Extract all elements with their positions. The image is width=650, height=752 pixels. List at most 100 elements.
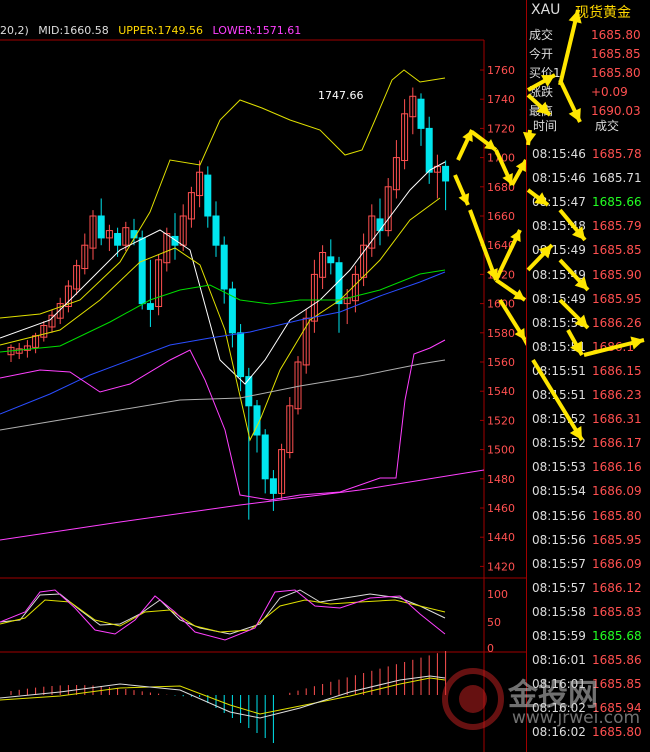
tick-row: 08:15:47 1685.66 [529,190,650,214]
tick-time: 08:15:51 [532,363,586,378]
osc-line-yellow [0,599,446,633]
tick-time: 08:15:53 [532,460,586,475]
quote-value: 1685.80 [591,66,641,80]
tick-row: 08:15:56 1685.80 [529,504,650,528]
tick-time: 08:15:56 [532,532,586,547]
candle-down [269,478,277,494]
tick-time: 08:15:49 [532,243,586,258]
osc-axis-label: 100 [487,588,508,601]
tick-row: 08:15:57 1686.09 [529,552,650,576]
quote-key: 成交 [529,28,554,42]
tick-price: 1685.71 [592,171,642,186]
tick-price: 1685.85 [592,677,642,692]
quote-row: 今开 1685.85 [529,45,649,63]
tick-price: 1686.17 [592,436,642,451]
tick-time: 08:15:48 [532,219,586,234]
tick-price: 1686.23 [592,388,642,402]
indicator-upper: UPPER:1749.56 [118,24,203,37]
trend-line [0,469,485,541]
tick-price: 1685.85 [592,243,642,258]
tick-row: 08:15:49 1685.90 [529,263,650,287]
candle-down [212,215,220,246]
tick-row: 08:15:49 1685.85 [529,238,650,262]
candle-down [138,237,146,305]
tick-time: 08:15:49 [532,267,586,282]
tick-price: 1685.83 [592,604,642,619]
quote-key: 今开 [529,47,554,61]
price-axis-label: 1560 [487,356,515,369]
tick-price: 1685.95 [592,291,642,306]
ticks-header-time: 时间 [533,119,558,133]
tick-price: 1686.26 [592,315,642,330]
tick-price: 1685.68 [592,629,642,643]
tick-price: 1685.86 [592,653,642,668]
candle-down [261,434,269,480]
tick-row: 08:15:46 1685.71 [529,166,650,190]
tick-time: 08:15:59 [532,629,586,643]
quote-key: 涨跌 [529,85,554,99]
candle-down [442,165,450,182]
indicator-params: 20,2) [0,24,29,37]
price-annotation: 1747.66 [318,89,364,102]
indicator-header: 20,2) MID:1660.58 UPPER:1749.56 LOWER:15… [0,22,307,40]
tick-price: 1685.79 [592,219,642,234]
tick-row: 08:15:59 1685.68 [529,624,650,648]
tick-price: 1686.1 [592,339,634,354]
tick-price: 1685.80 [592,508,642,523]
price-chart[interactable]: 1760174017201700168016601640162016001580… [0,0,526,752]
tick-price: 1686.31 [592,412,642,427]
candle-down [417,98,425,129]
tick-price: 1685.78 [592,147,642,161]
tick-time: 08:15:51 [532,339,586,354]
tick-row: 08:15:51 1686.1 [529,335,650,359]
price-axis-label: 1520 [487,414,515,427]
tick-time: 08:15:50 [532,315,586,330]
price-axis-label: 1760 [487,64,515,77]
tick-price: 1685.95 [592,532,642,547]
tick-row: 08:15:51 1686.15 [529,359,650,383]
tick-price: 1686.15 [592,363,642,378]
candle-down [114,233,122,246]
price-axis-label: 1460 [487,502,515,515]
tick-row: 08:15:49 1685.95 [529,287,650,311]
tick-time: 08:15:58 [532,604,586,619]
ma-line-gray [0,359,446,431]
trading-app: 1760174017201700168016601640162016001580… [0,0,650,752]
candle-down [425,127,433,173]
ticks-header-price: 成交 [595,119,620,133]
tick-row: 08:15:51 1686.23 [529,383,650,407]
quote-row: 成交 1685.80 [529,26,649,44]
symbol-label: XAU [531,2,561,18]
price-axis-label: 1420 [487,560,515,573]
tick-row: 08:15:50 1686.26 [529,311,650,335]
tick-price: 1686.09 [592,556,642,571]
quote-value: 1685.85 [591,47,641,61]
price-axis-label: 1440 [487,531,515,544]
tick-time: 08:15:46 [532,171,586,186]
quote-row: 买价1 1685.80 [529,64,649,82]
price-axis-label: 1500 [487,444,515,457]
lower-band [0,339,446,501]
macd-line-white [0,675,446,719]
tick-time: 08:15:46 [532,147,586,161]
tick-row: 08:15:56 1685.95 [529,528,650,552]
candle-down [204,174,212,217]
tick-row: 08:15:57 1686.12 [529,576,650,600]
tick-row: 08:15:53 1686.16 [529,455,650,479]
tick-row: 08:15:54 1686.09 [529,479,650,503]
tick-time: 08:15:56 [532,508,586,523]
tick-time: 08:15:51 [532,388,586,402]
tick-price: 1685.90 [592,267,642,282]
tick-time: 08:15:52 [532,412,586,427]
candle-down [245,376,253,407]
quote-row: 涨跌 +0.09 [529,83,649,101]
indicator-lower: LOWER:1571.61 [212,24,302,37]
quote-value: 1685.80 [591,28,641,42]
price-axis-label: 1480 [487,473,515,486]
osc-axis-label: 50 [487,616,501,629]
candle-down [237,332,245,378]
tick-row: 08:15:58 1685.83 [529,600,650,624]
tick-row: 08:15:52 1686.17 [529,431,650,455]
tick-price: 1686.09 [592,484,642,499]
tick-row: 08:15:46 1685.78 [529,142,650,166]
